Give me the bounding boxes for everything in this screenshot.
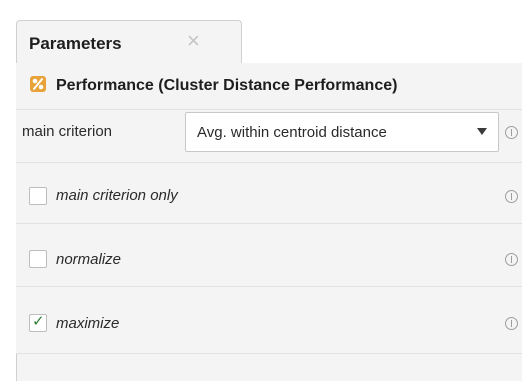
chevron-down-icon <box>477 128 487 135</box>
tab-strip: Parameters × <box>0 0 522 64</box>
main-criterion-only-checkbox[interactable] <box>29 187 47 205</box>
main-criterion-value: Avg. within centroid distance <box>197 124 387 141</box>
operator-header: Performance (Cluster Distance Performanc… <box>16 63 522 109</box>
performance-icon <box>30 76 46 92</box>
info-icon[interactable] <box>505 317 518 330</box>
main-criterion-only-label: main criterion only <box>56 187 178 204</box>
tab-parameters[interactable]: Parameters × <box>16 20 242 64</box>
info-icon[interactable] <box>505 126 518 139</box>
checkmark-icon: ✓ <box>32 313 45 330</box>
maximize-checkbox[interactable]: ✓ <box>29 313 47 332</box>
main-criterion-label: main criterion <box>22 123 113 140</box>
main-criterion-select[interactable]: Avg. within centroid distance <box>185 112 499 152</box>
operator-title: Performance (Cluster Distance Performanc… <box>56 77 398 94</box>
maximize-label: maximize <box>56 315 120 332</box>
info-icon[interactable] <box>505 190 518 203</box>
close-icon[interactable]: × <box>187 30 200 52</box>
parameters-panel-window: Parameters × Performance (Cluster Distan… <box>0 0 522 381</box>
tab-parameters-label: Parameters <box>29 34 122 53</box>
divider <box>16 353 522 354</box>
normalize-checkbox[interactable] <box>29 250 47 268</box>
normalize-label: normalize <box>56 251 122 268</box>
info-icon[interactable] <box>505 253 518 266</box>
